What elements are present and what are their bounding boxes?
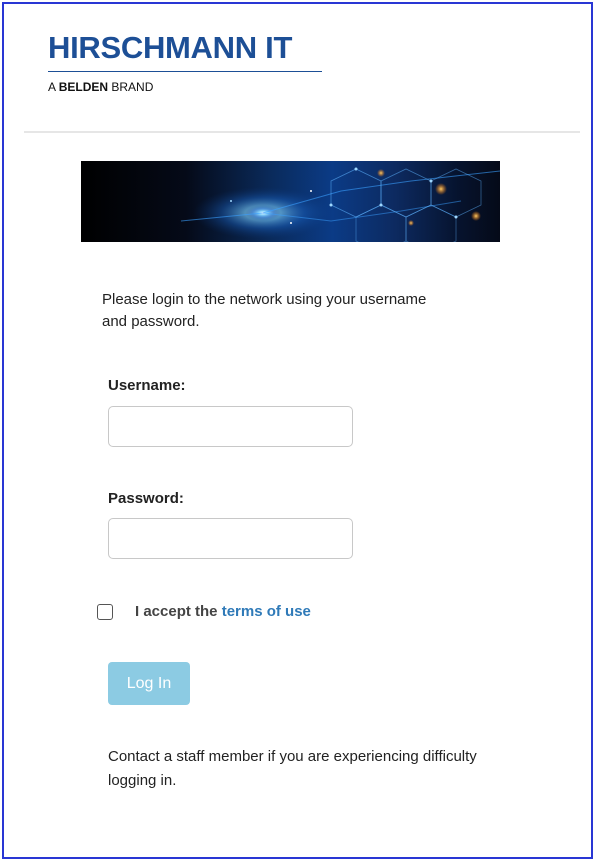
network-banner-graphic <box>180 167 500 242</box>
logo-underline <box>48 71 322 72</box>
terms-of-use-link[interactable]: terms of use <box>222 603 311 620</box>
password-input[interactable] <box>108 518 353 559</box>
username-label: Username: <box>108 377 186 394</box>
logo-subtitle-prefix: A <box>48 80 59 94</box>
brand-logo-subtitle: A BELDEN BRAND <box>48 80 153 94</box>
logo-subtitle-brand: BELDEN <box>58 80 109 94</box>
accept-terms-label: I accept the terms of use <box>135 603 311 621</box>
login-instructions: Please login to the network using your u… <box>102 291 427 330</box>
brand-logo-title: HIRSCHMANN IT <box>48 30 293 65</box>
username-input[interactable] <box>108 406 353 447</box>
network-banner-image <box>81 161 500 242</box>
accept-terms-prefix: I accept the <box>135 603 222 620</box>
accept-terms-checkbox[interactable] <box>97 604 113 620</box>
login-page-frame: HIRSCHMANN IT A BELDEN BRAND Please logi… <box>2 2 593 859</box>
logo-subtitle-suffix: BRAND <box>108 80 154 94</box>
log-in-button[interactable]: Log In <box>108 662 190 705</box>
password-label: Password: <box>108 490 184 507</box>
header-divider <box>24 131 580 133</box>
contact-staff-note: Contact a staff member if you are experi… <box>108 748 477 789</box>
